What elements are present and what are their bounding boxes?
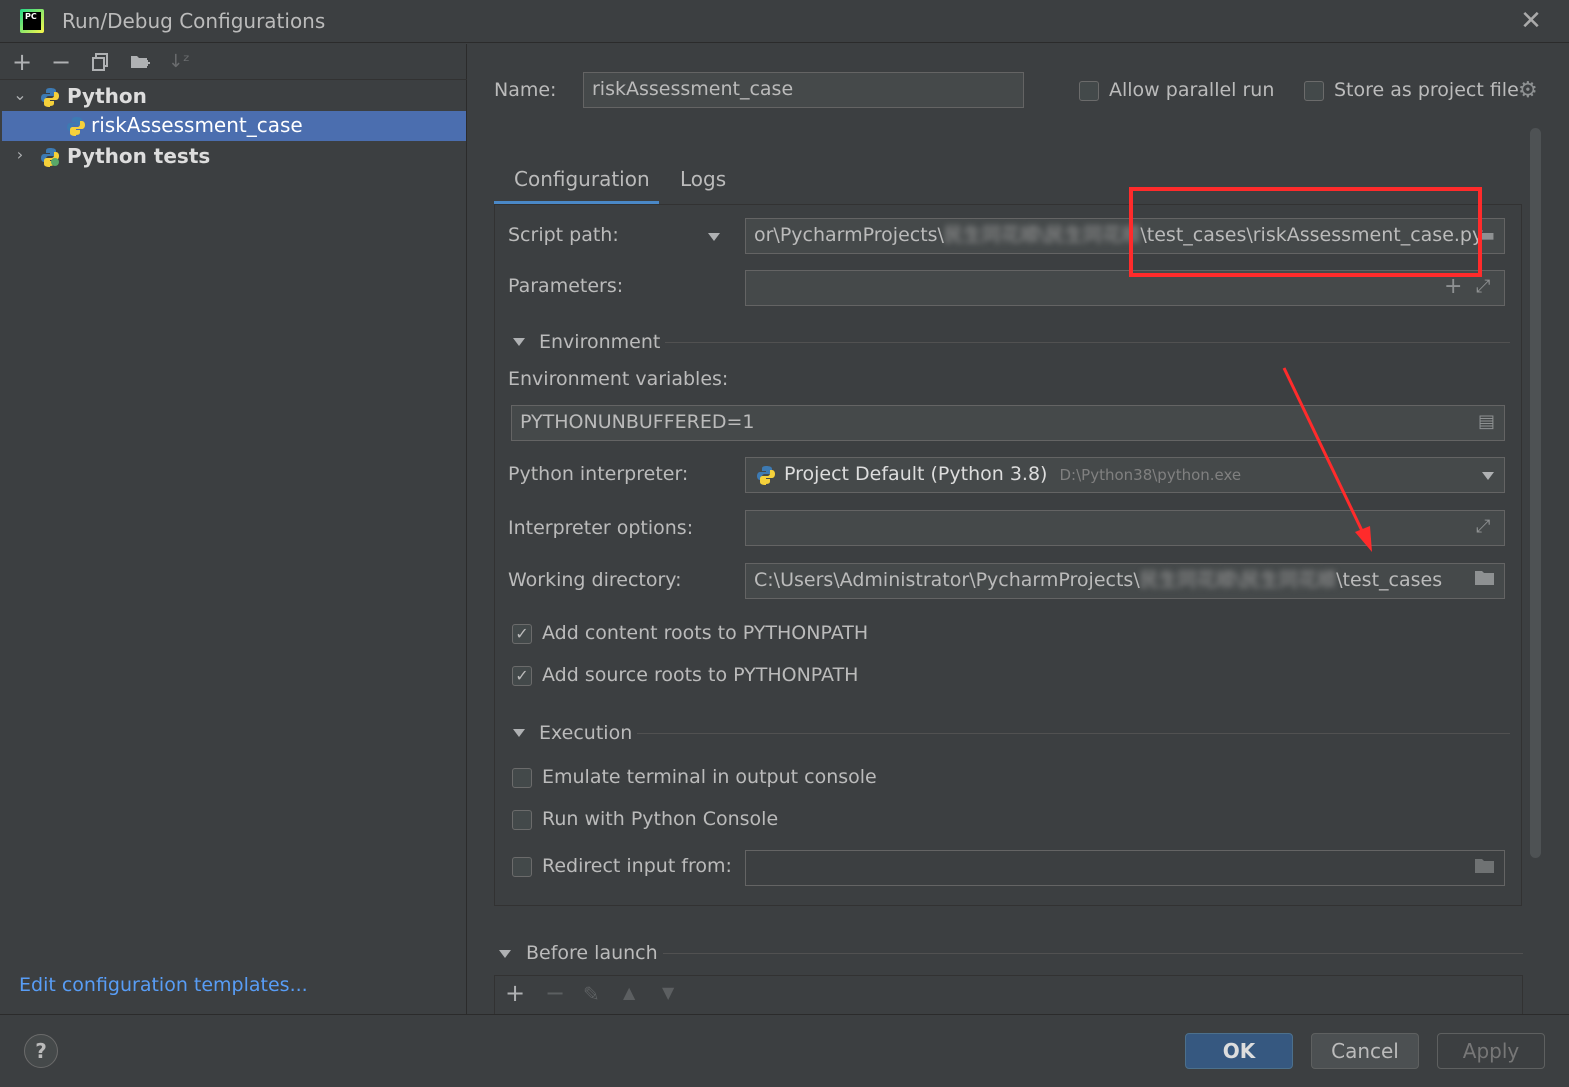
run-with-python-console-label: Run with Python Console xyxy=(542,808,779,830)
remove-icon[interactable]: − xyxy=(48,49,74,75)
name-input[interactable]: riskAssessment_case xyxy=(583,72,1024,108)
annotation-highlight-box xyxy=(1129,187,1482,277)
expand-icon[interactable]: ⤢ xyxy=(1476,276,1490,297)
working-directory-label: Working directory: xyxy=(508,569,682,591)
emulate-terminal-checkbox[interactable] xyxy=(512,768,532,788)
python-icon xyxy=(757,466,775,485)
edit-icon: ✎ xyxy=(583,982,600,1006)
close-icon[interactable]: ✕ xyxy=(1516,6,1546,36)
add-icon[interactable]: + xyxy=(9,49,35,75)
interpreter-options-input[interactable] xyxy=(745,510,1505,546)
redirect-input-checkbox[interactable] xyxy=(512,857,532,877)
ok-button[interactable]: OK xyxy=(1185,1033,1293,1069)
edit-variables-icon[interactable]: ▤ xyxy=(1478,411,1495,432)
script-path-label: Script path: xyxy=(508,224,619,246)
script-path-dropdown-icon[interactable] xyxy=(708,233,720,241)
script-path-redacted: 民生同花顺\民生同花顺 xyxy=(943,224,1141,246)
cancel-button[interactable]: Cancel xyxy=(1311,1033,1419,1069)
redirect-input-field[interactable] xyxy=(745,850,1505,886)
store-as-project-file-label: Store as project file xyxy=(1334,79,1519,101)
add-source-roots-checkbox[interactable]: ✓ xyxy=(512,666,532,686)
before-launch-collapse-icon[interactable] xyxy=(499,950,511,958)
working-dir-suffix: \test_cases xyxy=(1336,569,1443,591)
tab-configuration-label: Configuration xyxy=(514,167,650,191)
before-launch-toolbar: + − ✎ ▲ ▼ xyxy=(494,975,1523,1014)
tree-item-riskassessment-case[interactable]: riskAssessment_case xyxy=(2,111,466,141)
script-path-prefix: or\PycharmProjects\ xyxy=(754,224,944,246)
tab-configuration[interactable]: Configuration xyxy=(494,160,659,204)
execution-collapse-icon[interactable] xyxy=(513,729,525,737)
tree-label-python-tests: Python tests xyxy=(67,144,211,168)
chevron-down-icon[interactable] xyxy=(1482,472,1494,480)
folder-icon[interactable] xyxy=(1474,568,1496,591)
parameters-label: Parameters: xyxy=(508,275,624,297)
allow-parallel-run-label: Allow parallel run xyxy=(1109,79,1275,101)
folder-add-icon[interactable] xyxy=(127,49,153,75)
remove-icon: − xyxy=(545,979,566,1007)
emulate-terminal-label: Emulate terminal in output console xyxy=(542,766,877,788)
copy-icon[interactable] xyxy=(87,49,113,75)
execution-divider xyxy=(637,733,1510,734)
working-dir-prefix: C:\Users\Administrator\PycharmProjects\ xyxy=(754,569,1140,591)
gear-icon[interactable]: ⚙ xyxy=(1518,78,1538,103)
python-tests-icon xyxy=(41,148,59,167)
tree-label-riskassessment-case: riskAssessment_case xyxy=(91,113,303,137)
apply-button: Apply xyxy=(1437,1033,1545,1069)
allow-parallel-run-checkbox[interactable] xyxy=(1079,81,1099,101)
move-up-icon: ▲ xyxy=(623,983,636,1002)
environment-section-title: Environment xyxy=(539,331,661,353)
run-with-python-console-checkbox[interactable] xyxy=(512,810,532,830)
add-content-roots-label: Add content roots to PYTHONPATH xyxy=(542,622,869,644)
working-dir-redacted: 民生同花顺\民生同花顺 xyxy=(1139,569,1337,591)
interpreter-name: Project Default (Python 3.8) xyxy=(784,463,1048,485)
tree-label-python: Python xyxy=(67,84,147,108)
vertical-scrollbar[interactable] xyxy=(1530,128,1541,858)
chevron-down-icon[interactable]: ⌄ xyxy=(10,85,30,104)
environment-variables-input[interactable]: PYTHONUNBUFFERED=1 xyxy=(511,405,1505,441)
add-icon[interactable]: + xyxy=(505,979,525,1007)
name-label: Name: xyxy=(494,79,557,101)
help-button[interactable]: ? xyxy=(24,1034,58,1068)
before-launch-title: Before launch xyxy=(526,942,658,964)
environment-variables-label: Environment variables: xyxy=(508,368,729,390)
execution-section-title: Execution xyxy=(539,722,633,744)
move-down-icon: ▼ xyxy=(662,983,675,1002)
edit-configuration-templates-link[interactable]: Edit configuration templates... xyxy=(19,974,308,996)
chevron-right-icon[interactable]: › xyxy=(10,145,30,164)
expand-icon[interactable]: ⤢ xyxy=(1476,516,1490,537)
python-interpreter-select[interactable]: Project Default (Python 3.8) D:\Python38… xyxy=(745,457,1505,493)
redirect-input-label: Redirect input from: xyxy=(542,855,732,877)
python-icon xyxy=(67,117,85,136)
window-title: Run/Debug Configurations xyxy=(62,9,326,33)
tab-logs[interactable]: Logs xyxy=(680,167,726,191)
store-as-project-file-checkbox[interactable] xyxy=(1304,81,1324,101)
pycharm-app-icon: PC xyxy=(20,9,44,33)
tree-node-python-tests[interactable]: › Python tests xyxy=(2,142,466,172)
interpreter-path: D:\Python38\python.exe xyxy=(1059,466,1242,484)
add-source-roots-label: Add source roots to PYTHONPATH xyxy=(542,664,859,686)
python-interpreter-label: Python interpreter: xyxy=(508,463,689,485)
sort-icon: ↓ᶻ xyxy=(168,51,190,72)
interpreter-options-label: Interpreter options: xyxy=(508,517,694,539)
configuration-tree-panel xyxy=(0,44,467,1014)
environment-collapse-icon[interactable] xyxy=(513,338,525,346)
tree-toolbar: + − ↓ᶻ xyxy=(0,44,467,80)
folder-icon[interactable] xyxy=(1474,856,1496,879)
working-directory-input[interactable]: C:\Users\Administrator\PycharmProjects\民… xyxy=(745,563,1505,599)
environment-divider xyxy=(665,342,1510,343)
tree-node-python[interactable]: ⌄ Python xyxy=(2,82,466,112)
python-icon xyxy=(41,88,59,107)
add-content-roots-checkbox[interactable]: ✓ xyxy=(512,624,532,644)
before-launch-divider xyxy=(663,953,1523,954)
add-parameter-icon[interactable]: + xyxy=(1444,274,1462,299)
configuration-panel xyxy=(494,204,1522,906)
